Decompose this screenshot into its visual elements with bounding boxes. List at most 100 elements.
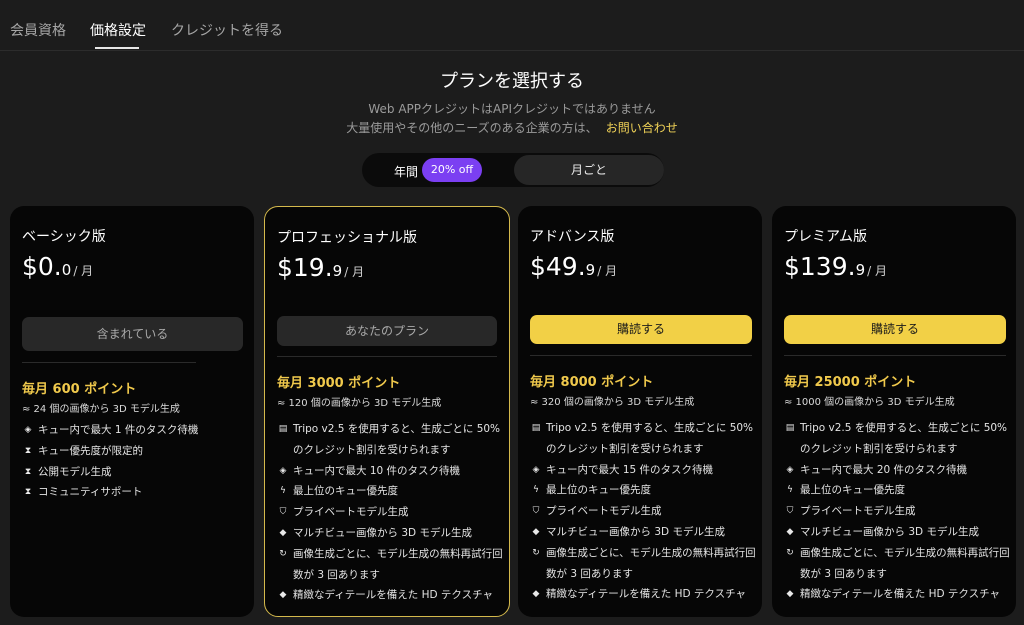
lightning-icon: ϟ <box>280 486 286 497</box>
tab-pricing[interactable]: 価格設定 <box>90 20 146 40</box>
lightning-icon: ϟ <box>787 485 793 496</box>
feature-text: 最上位のキュー優先度 <box>546 484 651 497</box>
plan-card-advanced: アドバンス版 $49.9/ 月 購読する 毎月 8000 ポイント ≈ 320 … <box>518 206 762 617</box>
feature-text: 精緻なディテールを備えた HD テクスチャ <box>546 588 747 601</box>
feature-text: Tripo v2.5 を使用すると、生成ごとに 50% のクレジット割引を受けら… <box>546 422 754 455</box>
cube-icon: ◆ <box>279 590 287 601</box>
cube-icon: ◆ <box>532 589 540 600</box>
feature-text: キュー内で最大 20 件のタスク待機 <box>800 463 968 476</box>
feature-text: 画像生成ごとに、モデル生成の無料再試行回数が 3 回あります <box>293 547 503 581</box>
feature-item: ↻ 画像生成ごとに、モデル生成の無料再試行回数が 3 回あります <box>277 544 503 586</box>
feature-item: ↻ 画像生成ごとに、モデル生成の無料再試行回数が 3 回あります <box>530 543 756 585</box>
feature-text: コミュニティサポート <box>38 486 143 499</box>
feature-text: キュー内で最大 1 件のタスク待機 <box>38 424 199 436</box>
current-plan-button: あなたのプラン <box>277 316 497 346</box>
feature-text: 画像生成ごとに、モデル生成の無料再試行回数が 3 回あります <box>546 546 756 580</box>
tab-membership[interactable]: 会員資格 <box>10 20 66 40</box>
divider <box>277 356 497 357</box>
price-decimal: 0 <box>61 261 72 279</box>
subscribe-button[interactable]: 購読する <box>784 315 1006 344</box>
feature-text: 公開モデル生成 <box>38 465 112 478</box>
feature-list: ▤ Tripo v2.5 を使用すると、生成ごとに 50% のクレジット割引を受け… <box>277 419 503 606</box>
retry-icon: ↻ <box>532 547 540 558</box>
price-main: $139. <box>784 252 856 281</box>
feature-item: ▤ Tripo v2.5 を使用すると、生成ごとに 50% のクレジット割引を受け… <box>530 418 756 460</box>
feature-item: ◆ マルチビュー画像から 3D モデル生成 <box>277 523 503 544</box>
monthly-points: 毎月 25000 ポイント <box>784 375 917 390</box>
subscribe-button[interactable]: 購読する <box>530 315 752 344</box>
feature-item: ▤ Tripo v2.5 を使用すると、生成ごとに 50% のクレジット割引を受け… <box>277 419 503 461</box>
divider <box>784 355 1006 356</box>
monthly-points: 毎月 8000 ポイント <box>530 375 654 390</box>
feature-text: キュー内で最大 15 件のタスク待機 <box>546 463 714 476</box>
lightning-icon: ϟ <box>533 485 539 496</box>
plan-price: $139.9/ 月 <box>784 252 887 281</box>
price-period: / 月 <box>344 265 365 279</box>
cube-icon: ◆ <box>532 526 540 537</box>
discount-badge: 20% off <box>422 158 482 182</box>
hourglass-icon: ⧗ <box>24 466 32 477</box>
retry-icon: ↻ <box>786 547 794 558</box>
feature-item: ◆ 精緻なディテールを備えた HD テクスチャ <box>277 585 503 606</box>
feature-text: 最上位のキュー優先度 <box>293 485 398 498</box>
feature-text: Tripo v2.5 を使用すると、生成ごとに 50% のクレジット割引を受けら… <box>293 423 501 456</box>
price-decimal: 9 <box>332 262 343 280</box>
plan-card-basic: ベーシック版 $0.0/ 月 含まれている 毎月 600 ポイント ≈ 24 個… <box>10 206 254 617</box>
subtitle-enterprise-text: 大量使用やその他のニーズのある企業の方は、 <box>346 121 598 135</box>
plan-price: $0.0/ 月 <box>22 252 93 281</box>
feature-item: ◈ キュー内で最大 20 件のタスク待機 <box>784 460 1010 481</box>
feature-item: ⧗ 公開モデル生成 <box>22 462 248 483</box>
layers-icon: ◈ <box>532 464 540 475</box>
hourglass-icon: ⧗ <box>24 487 32 498</box>
feature-item: ⛉ プライベートモデル生成 <box>277 502 503 523</box>
plan-name: ベーシック版 <box>22 229 106 245</box>
feature-item: ϟ 最上位のキュー優先度 <box>784 480 1010 501</box>
layers-icon: ◈ <box>786 464 794 475</box>
divider <box>22 362 196 363</box>
hourglass-icon: ⧗ <box>24 445 32 456</box>
feature-text: マルチビュー画像から 3D モデル生成 <box>546 525 725 538</box>
subtitle-credits-note: Web APPクレジットはAPIクレジットではありません <box>368 102 656 116</box>
cube-icon: ◆ <box>279 527 287 538</box>
coins-icon: ▤ <box>531 423 541 433</box>
price-main: $49. <box>530 252 586 281</box>
feature-list: ▤ Tripo v2.5 を使用すると、生成ごとに 50% のクレジット割引を受け… <box>784 418 1010 605</box>
feature-text: 精緻なディテールを備えた HD テクスチャ <box>800 588 1001 601</box>
plan-name: アドバンス版 <box>530 229 615 245</box>
coins-icon: ▤ <box>785 423 795 433</box>
feature-item: ⧗ コミュニティサポート <box>22 482 248 503</box>
feature-item: ↻ 画像生成ごとに、モデル生成の無料再試行回数が 3 回あります <box>784 543 1010 585</box>
feature-item: ▤ Tripo v2.5 を使用すると、生成ごとに 50% のクレジット割引を受け… <box>784 418 1010 460</box>
feature-text: 画像生成ごとに、モデル生成の無料再試行回数が 3 回あります <box>800 546 1010 580</box>
feature-item: ⧗ キュー優先度が限定的 <box>22 441 248 462</box>
plan-price: $19.9/ 月 <box>277 253 364 282</box>
monthly-option[interactable]: 月ごと <box>514 155 664 185</box>
cube-icon: ◆ <box>786 526 794 537</box>
layers-icon: ◈ <box>279 465 287 476</box>
contact-us-link[interactable]: お問い合わせ <box>606 121 678 135</box>
feature-item: ◆ マルチビュー画像から 3D モデル生成 <box>530 522 756 543</box>
annual-option[interactable]: 年間 <box>394 163 418 180</box>
feature-item: ◈ キュー内で最大 15 件のタスク待機 <box>530 460 756 481</box>
feature-text: キュー内で最大 10 件のタスク待機 <box>293 464 461 477</box>
plan-card-professional: プロフェッショナル版 $19.9/ 月 あなたのプラン 毎月 3000 ポイント… <box>264 206 510 617</box>
approx-models: ≈ 120 個の画像から 3D モデル生成 <box>277 398 442 409</box>
feature-text: プライベートモデル生成 <box>293 506 409 519</box>
feature-item: ϟ 最上位のキュー優先度 <box>530 480 756 501</box>
tab-earn-credits[interactable]: クレジットを得る <box>171 20 283 40</box>
approx-models: ≈ 320 個の画像から 3D モデル生成 <box>530 397 695 408</box>
monthly-points: 毎月 3000 ポイント <box>277 376 401 391</box>
price-decimal: 9 <box>585 261 596 279</box>
feature-list: ◈ キュー内で最大 1 件のタスク待機 ⧗ キュー優先度が限定的 ⧗ 公開モデル生成 ⧗ コミ… <box>22 420 248 503</box>
feature-item: ◈ キュー内で最大 1 件のタスク待機 <box>22 420 248 441</box>
feature-item: ⛉ プライベートモデル生成 <box>530 501 756 522</box>
included-button: 含まれている <box>22 317 243 351</box>
plan-name: プレミアム版 <box>784 229 868 245</box>
tab-bar: 会員資格 価格設定 クレジットを得る <box>0 0 1024 51</box>
shield-icon: ⛉ <box>279 507 287 518</box>
retry-icon: ↻ <box>279 548 287 559</box>
feature-item: ◆ マルチビュー画像から 3D モデル生成 <box>784 522 1010 543</box>
feature-text: キュー優先度が限定的 <box>38 444 143 457</box>
feature-text: マルチビュー画像から 3D モデル生成 <box>293 526 472 539</box>
approx-models: ≈ 24 個の画像から 3D モデル生成 <box>22 404 180 415</box>
